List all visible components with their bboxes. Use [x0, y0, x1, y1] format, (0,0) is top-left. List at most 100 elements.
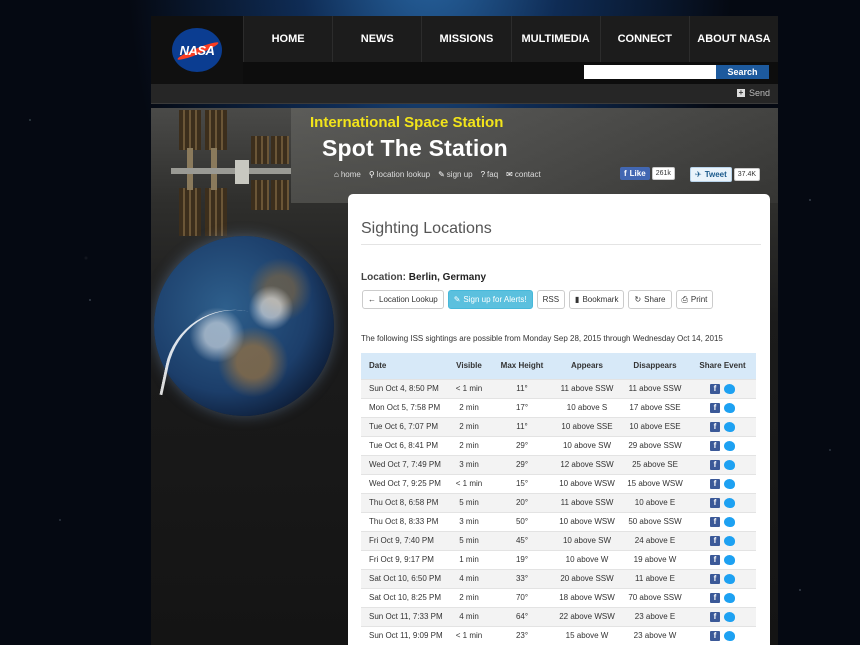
bookmark-label: Bookmark: [582, 295, 619, 304]
table-row: Sat Oct 10, 6:50 PM 4 min 33° 20 above SSW 1…: [361, 568, 756, 588]
table-row: Mon Oct 5, 7:58 PM 2 min 17° 10 above S 17 a…: [361, 397, 756, 417]
like-button[interactable]: f Like: [620, 167, 650, 180]
envelope-icon: ✉: [506, 170, 513, 179]
facebook-share-icon[interactable]: f: [710, 611, 720, 622]
nav-item-connect[interactable]: CONNECT: [599, 16, 689, 62]
link-contact-label: contact: [514, 170, 541, 179]
cell-appears: 11 above SSW: [553, 492, 621, 512]
cell-share: f: [689, 378, 756, 398]
nasa-logo-icon[interactable]: NASA: [172, 28, 222, 72]
facebook-share-icon[interactable]: f: [710, 421, 720, 432]
cell-visible: 3 min: [447, 454, 491, 474]
cell-visible: 2 min: [447, 435, 491, 455]
twitter-share-icon[interactable]: [724, 497, 735, 508]
cell-share: f: [689, 549, 756, 569]
twitter-share-icon[interactable]: [724, 630, 735, 641]
cell-date: Thu Oct 8, 6:58 PM: [361, 492, 447, 512]
facebook-share-icon[interactable]: f: [710, 402, 720, 413]
nav-item-news[interactable]: NEWS: [332, 16, 421, 62]
like-count: 261k: [651, 167, 675, 180]
cell-date: Thu Oct 8, 8:33 PM: [361, 511, 447, 531]
facebook-share-icon[interactable]: f: [710, 535, 720, 546]
twitter-share-icon[interactable]: [724, 611, 735, 622]
print-button[interactable]: ⎙ Print: [675, 290, 714, 309]
nav-item-multimedia[interactable]: MULTIMEDIA: [510, 16, 600, 62]
cell-appears: 15 above W: [553, 625, 621, 645]
nav-item-missions[interactable]: MISSIONS: [421, 16, 510, 62]
nav-item-about[interactable]: ABOUT NASA: [688, 16, 778, 62]
share-icon: ↻: [634, 295, 642, 304]
twitter-share-icon[interactable]: [724, 421, 735, 432]
link-sign-up[interactable]: ✎ sign up: [438, 170, 473, 179]
twitter-share-icon[interactable]: [724, 383, 735, 394]
cell-visible: < 1 min: [447, 473, 491, 493]
pencil-icon: ✎: [438, 170, 445, 179]
table-row: Thu Oct 8, 8:33 PM 3 min 50° 10 above WSW 50…: [361, 511, 756, 531]
twitter-share-icon[interactable]: [724, 535, 735, 546]
link-faq[interactable]: ? faq: [481, 170, 499, 179]
facebook-share-icon[interactable]: f: [710, 554, 720, 565]
facebook-share-icon[interactable]: f: [710, 459, 720, 470]
cell-share: f: [689, 492, 756, 512]
tweet-button[interactable]: ✈ Tweet: [690, 167, 732, 182]
cell-date: Mon Oct 5, 7:58 PM: [361, 397, 447, 417]
link-home-label: home: [340, 170, 361, 179]
facebook-share-icon[interactable]: f: [710, 516, 720, 527]
location-label: Location:: [361, 272, 406, 283]
facebook-share-icon[interactable]: f: [710, 573, 720, 584]
twitter-share-icon[interactable]: [724, 573, 735, 584]
location-lookup-button[interactable]: ← Location Lookup: [362, 290, 444, 309]
twitter-share-icon[interactable]: [724, 516, 735, 527]
rss-button[interactable]: RSS: [536, 290, 566, 309]
link-contact[interactable]: ✉ contact: [506, 170, 541, 179]
cell-appears: 10 above SSE: [553, 416, 621, 436]
twitter-share-icon[interactable]: [724, 554, 735, 565]
bookmark-button[interactable]: ▮ Bookmark: [569, 290, 625, 309]
search-input[interactable]: [584, 65, 716, 79]
utility-bar: + Send: [151, 84, 778, 104]
cell-appears: 11 above SSW: [553, 378, 621, 398]
table-row: Wed Oct 7, 7:49 PM 3 min 29° 12 above SSW 25…: [361, 454, 756, 474]
nasa-logo-cell[interactable]: NASA: [151, 16, 243, 84]
facebook-share-icon[interactable]: f: [710, 478, 720, 489]
cell-share: f: [689, 511, 756, 531]
facebook-share-icon[interactable]: f: [710, 630, 720, 641]
cell-appears: 10 above W: [553, 549, 621, 569]
twitter-share-icon[interactable]: [724, 478, 735, 489]
link-home[interactable]: ⌂ home: [334, 170, 361, 179]
cell-visible: 2 min: [447, 416, 491, 436]
page-wrapper: NASA HOME NEWS MISSIONS MULTIMEDIA CONNE…: [151, 16, 778, 645]
send-link[interactable]: + Send: [736, 88, 770, 98]
link-location-lookup[interactable]: ⚲ location lookup: [369, 170, 430, 179]
cell-date: Fri Oct 9, 9:17 PM: [361, 549, 447, 569]
cell-visible: < 1 min: [447, 625, 491, 645]
cell-visible: 4 min: [447, 568, 491, 588]
link-faq-label: faq: [487, 170, 499, 179]
share-button[interactable]: ↻ Share: [628, 290, 672, 309]
cell-share: f: [689, 587, 756, 607]
facebook-share-icon[interactable]: f: [710, 497, 720, 508]
cell-disappears: 50 above SSW: [621, 511, 689, 531]
search-button[interactable]: Search: [716, 65, 769, 79]
cell-date: Wed Oct 7, 9:25 PM: [361, 473, 447, 493]
twitter-share-icon[interactable]: [724, 592, 735, 603]
facebook-share-icon[interactable]: f: [710, 383, 720, 394]
twitter-share-icon[interactable]: [724, 459, 735, 470]
facebook-share-icon[interactable]: f: [710, 440, 720, 451]
table-row: Fri Oct 9, 7:40 PM 5 min 45° 10 above SW 24 …: [361, 530, 756, 550]
plus-icon: +: [736, 88, 745, 97]
cell-share: f: [689, 397, 756, 417]
facebook-like-widget: f Like 261k: [620, 167, 675, 180]
twitter-icon: ✈: [695, 170, 702, 179]
table-row: Sun Oct 11, 7:33 PM 4 min 64° 22 above WSW 2…: [361, 606, 756, 626]
cell-disappears: 11 above SSW: [621, 378, 689, 398]
nav-item-home[interactable]: HOME: [243, 16, 332, 62]
twitter-share-icon[interactable]: [724, 402, 735, 413]
twitter-share-icon[interactable]: [724, 440, 735, 451]
col-max-height: Max Height: [491, 353, 553, 379]
top-nav: NASA HOME NEWS MISSIONS MULTIMEDIA CONNE…: [151, 16, 778, 84]
sign-up-alerts-button[interactable]: ✎ Sign up for Alerts!: [447, 290, 533, 309]
facebook-share-icon[interactable]: f: [710, 592, 720, 603]
facebook-icon: f: [624, 169, 627, 178]
cell-share: f: [689, 416, 756, 436]
